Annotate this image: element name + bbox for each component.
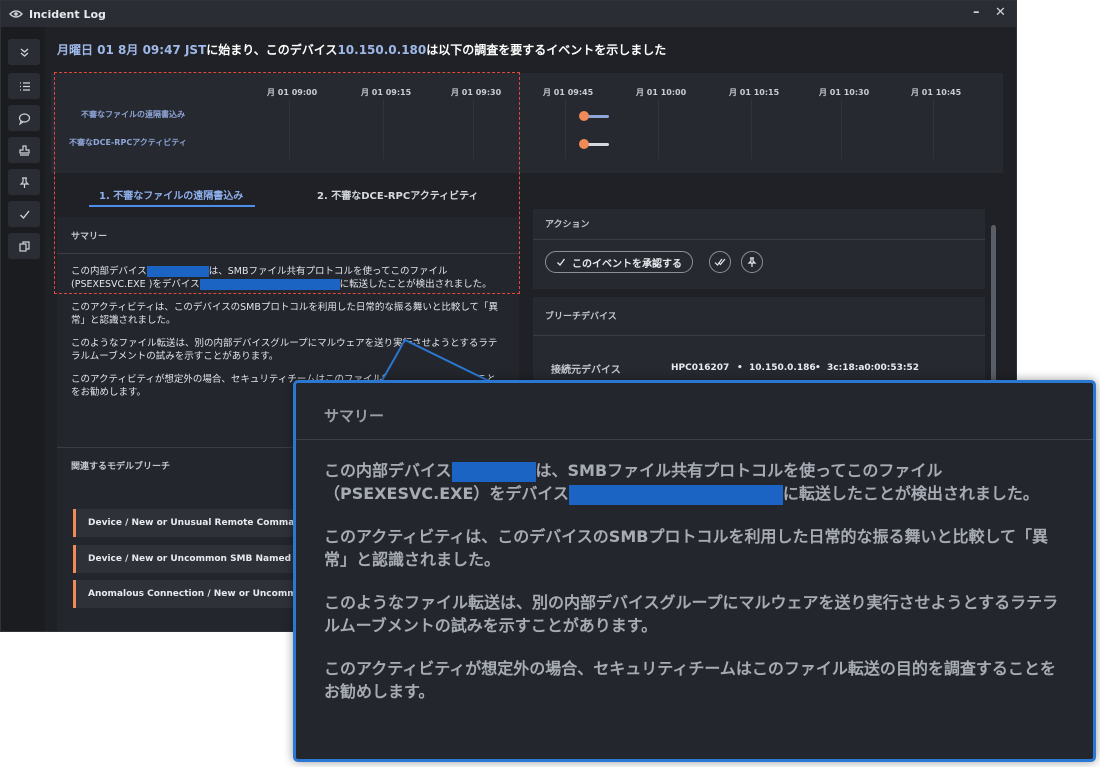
- minimize-button[interactable]: –: [973, 5, 980, 20]
- headline-date: 月曜日 01 8月 09:47 JST: [57, 43, 207, 57]
- summary-zoom-callout: サマリー この内部デバイス は、SMBファイル共有プロトコルを使ってこのファイル（…: [293, 380, 1096, 762]
- checkmark-icon: [19, 210, 30, 219]
- timeline-tick: 月 01 10:00: [636, 88, 687, 97]
- callout-title: サマリー: [324, 407, 385, 425]
- timeline-tick: 月 01 10:15: [729, 88, 780, 97]
- sidebar-pin-button[interactable]: [8, 169, 40, 195]
- stamp-icon: [18, 144, 30, 156]
- sidebar-list-button[interactable]: [8, 73, 40, 99]
- timeline-tick: 月 01 10:30: [819, 88, 870, 97]
- actions-card: アクション このイベントを承認する: [533, 209, 985, 289]
- redacted-device-name: [451, 461, 536, 482]
- callout-summary-text: この内部デバイス は、SMBファイル共有プロトコルを使ってこのファイル（PSEXE…: [324, 459, 1064, 723]
- timeline-tick: 月 01 09:45: [543, 88, 594, 97]
- checkmark-icon: [557, 258, 566, 266]
- device-hostname[interactable]: HPC016207: [671, 363, 729, 373]
- sidebar-stamp-button[interactable]: [8, 137, 40, 163]
- actions-title: アクション: [545, 220, 590, 230]
- headline-mid: に始まり、このデバイス: [206, 43, 338, 57]
- device-mac[interactable]: 3c:18:a0:00:53:52: [827, 363, 919, 373]
- app-logo-icon: [9, 10, 23, 18]
- double-check-icon: [714, 258, 726, 266]
- related-breaches-title: 関連するモデルブリーチ: [71, 462, 171, 472]
- copy-icon: [18, 240, 30, 252]
- breach-device-title: ブリーチデバイス: [545, 312, 617, 322]
- window-title: Incident Log: [29, 7, 106, 21]
- pin-icon: [747, 257, 757, 267]
- comment-icon: [18, 112, 30, 125]
- pin-icon: [19, 176, 29, 188]
- event-marker[interactable]: [579, 111, 589, 121]
- summary-paragraph: このようなファイル転送は、別の内部デバイスグループにマルウェアを送り実行させよう…: [71, 338, 498, 362]
- incident-headline: 月曜日 01 8月 09:47 JSTに始まり、このデバイス10.150.0.1…: [57, 41, 666, 58]
- pin-event-button[interactable]: [741, 251, 763, 273]
- list-icon: [19, 81, 30, 91]
- title-bar: Incident Log – ✕: [1, 1, 1016, 27]
- callout-paragraph: このアクティビティは、このデバイスのSMBプロトコルを利用した日常的な振る舞いと…: [324, 527, 1048, 569]
- sidebar-copy-button[interactable]: [8, 233, 40, 259]
- acknowledge-all-button[interactable]: [709, 251, 731, 273]
- callout-paragraph: この内部デバイス は、SMBファイル共有プロトコルを使ってこのファイル（PSEXE…: [324, 461, 1039, 505]
- summary-paragraph: このアクティビティは、このデバイスのSMBプロトコルを利用した日常的な振る舞いと…: [71, 302, 499, 326]
- scrollbar[interactable]: [991, 225, 996, 385]
- device-ip[interactable]: 10.150.0.186: [749, 363, 816, 373]
- callout-paragraph: このようなファイル転送は、別の内部デバイスグループにマルウェアを送り実行させよう…: [324, 593, 1059, 635]
- headline-tail: は以下の調査を要するイベントを示しました: [426, 43, 667, 57]
- sidebar: [1, 27, 45, 631]
- sidebar-comment-button[interactable]: [8, 105, 40, 131]
- event-marker[interactable]: [579, 139, 589, 149]
- chevron-double-down-icon: [20, 48, 28, 57]
- close-button[interactable]: ✕: [995, 5, 1006, 20]
- redacted-device-name: [568, 484, 783, 505]
- headline-ip: 10.150.0.180: [337, 43, 427, 57]
- source-device-label: 接続元デバイス: [551, 365, 621, 376]
- acknowledge-event-button[interactable]: このイベントを承認する: [545, 251, 693, 273]
- summary-highlight-box: [54, 72, 520, 294]
- callout-paragraph: このアクティビティが想定外の場合、セキュリティチームはこのファイル転送の目的を調…: [324, 659, 1056, 701]
- sidebar-acknowledge-button[interactable]: [8, 201, 40, 227]
- sidebar-collapse-button[interactable]: [8, 39, 40, 65]
- timeline-tick: 月 01 10:45: [911, 88, 962, 97]
